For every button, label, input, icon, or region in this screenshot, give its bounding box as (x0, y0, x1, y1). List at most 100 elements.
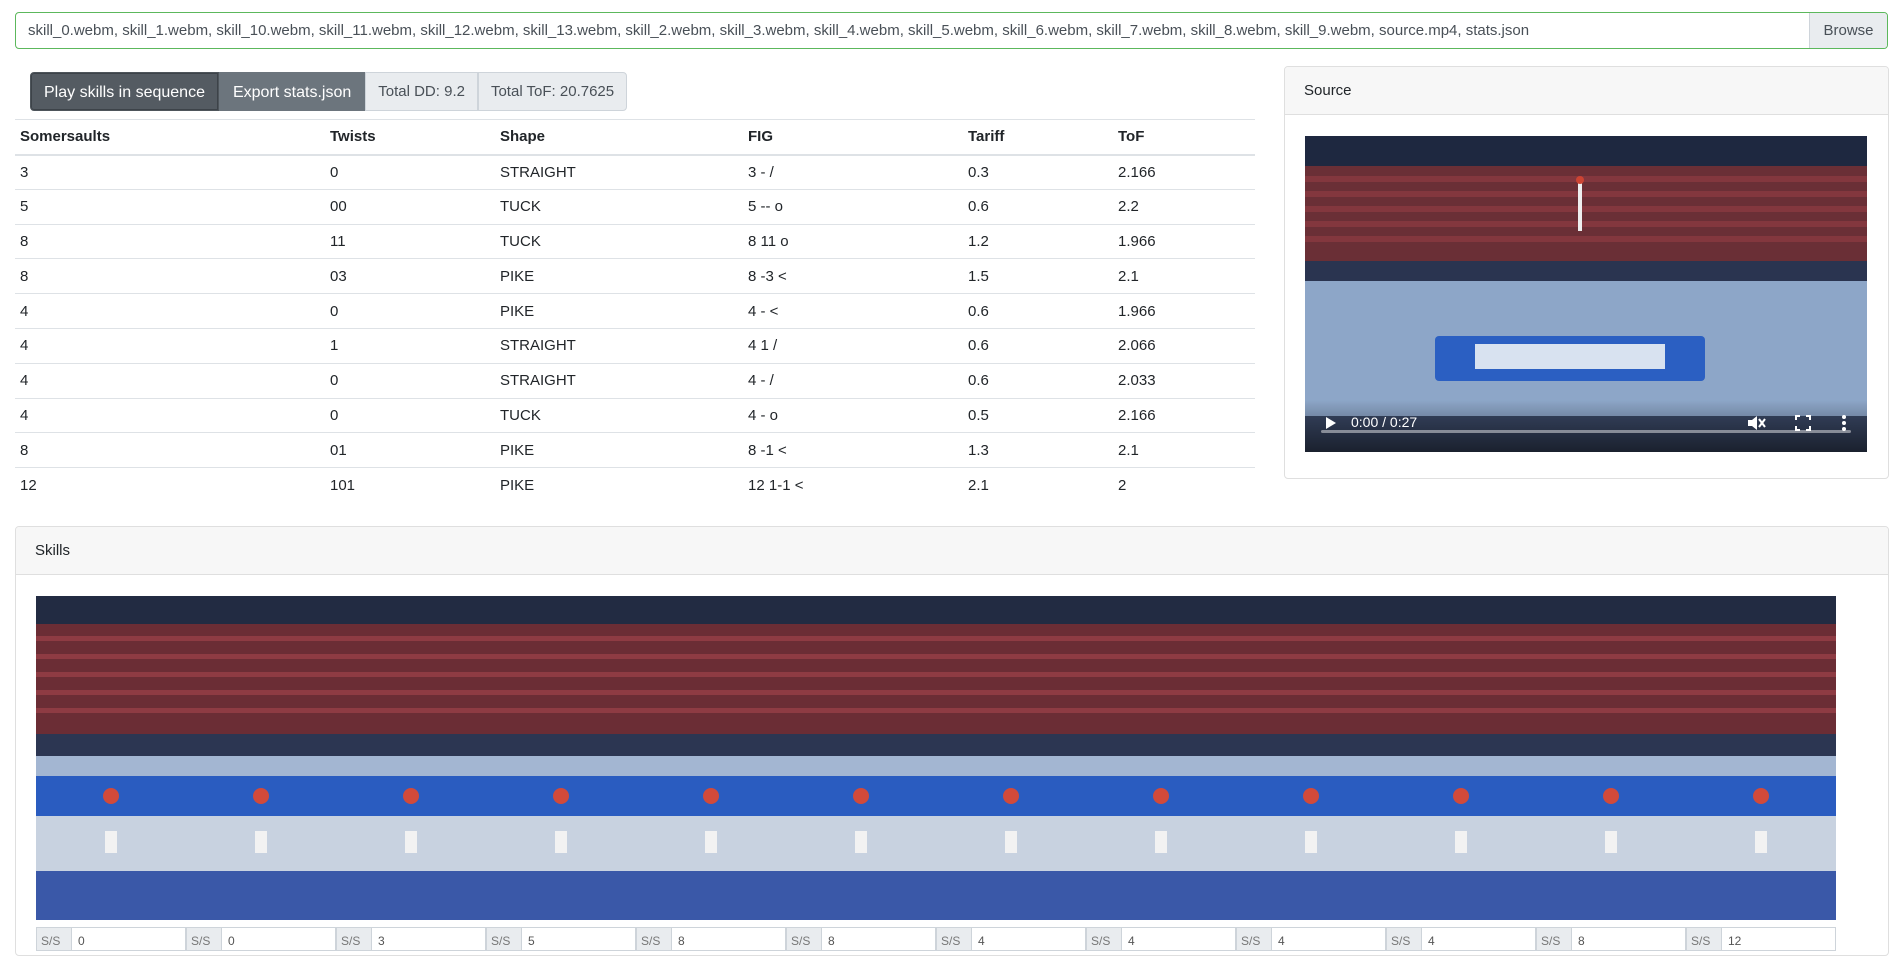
skill-value-group: S/S 8 (636, 927, 786, 951)
file-input-value[interactable]: skill_0.webm, skill_1.webm, skill_10.web… (16, 13, 1809, 48)
skill-value-group: S/S 3 (336, 927, 486, 951)
skills-card-title: Skills (16, 527, 1888, 575)
skill-frame (1386, 596, 1536, 920)
table-cell: 8 -1 < (743, 432, 963, 468)
skill-value-prefix: S/S (936, 927, 972, 951)
browse-button[interactable]: Browse (1809, 13, 1887, 48)
skill-value-group: S/S 5 (486, 927, 636, 951)
skill-value-prefix: S/S (636, 927, 672, 951)
skill-value-input[interactable]: 8 (672, 927, 786, 951)
table-cell: 0.6 (963, 188, 1113, 225)
table-cell: 03 (325, 258, 495, 294)
table-cell: 2.066 (1113, 327, 1255, 364)
skill-frame (486, 596, 636, 920)
table-cell: 00 (325, 188, 495, 225)
table-row: 12 101 PIKE 12 1-1 <2.1 2 (15, 467, 1255, 503)
header-tariff: Tariff (963, 119, 1113, 156)
table-cell: 5 (15, 188, 325, 225)
export-stats-button[interactable]: Export stats.json (218, 72, 366, 111)
skill-frame (786, 596, 936, 920)
table-cell: 5 -- o (743, 188, 963, 225)
table-cell: STRAIGHT (495, 154, 743, 190)
table-cell: 2.1 (963, 467, 1113, 503)
table-cell: 0.5 (963, 397, 1113, 433)
table-cell: STRAIGHT (495, 327, 743, 364)
skill-frame (1686, 596, 1836, 920)
table-cell: 01 (325, 432, 495, 468)
header-somersaults: Somersaults (15, 119, 325, 156)
skill-value-input[interactable]: 0 (222, 927, 336, 951)
file-input[interactable]: skill_0.webm, skill_1.webm, skill_10.web… (15, 12, 1888, 49)
skill-value-input[interactable]: 8 (1572, 927, 1686, 951)
play-skills-button[interactable]: Play skills in sequence (30, 72, 219, 111)
skill-value-prefix: S/S (1536, 927, 1572, 951)
skill-value-input[interactable]: 5 (522, 927, 636, 951)
table-header-row: Somersaults Twists Shape FIG Tariff ToF (15, 119, 1255, 156)
video-controls: 0:00 / 0:27 (1305, 400, 1867, 452)
table-cell: 8 11 o (743, 223, 963, 259)
table-cell: 4 - / (743, 362, 963, 399)
skill-value-input[interactable]: 0 (72, 927, 186, 951)
skill-value-group: S/S 4 (1236, 927, 1386, 951)
table-cell: 1 (325, 327, 495, 364)
table-cell: 2.166 (1113, 154, 1255, 190)
skill-value-prefix: S/S (786, 927, 822, 951)
skill-frame (1536, 596, 1686, 920)
table-cell: 0 (325, 293, 495, 329)
table-cell: 2 (1113, 467, 1255, 503)
skill-value-prefix: S/S (36, 927, 72, 951)
header-tof: ToF (1113, 119, 1255, 156)
table-cell: 1.966 (1113, 223, 1255, 259)
skill-value-prefix: S/S (486, 927, 522, 951)
table-cell: 0 (325, 154, 495, 190)
table-cell: 0.6 (963, 293, 1113, 329)
table-cell: 11 (325, 223, 495, 259)
header-twists: Twists (325, 119, 495, 156)
table-cell: PIKE (495, 467, 743, 503)
table-cell: 8 (15, 432, 325, 468)
skill-value-prefix: S/S (1386, 927, 1422, 951)
table-row: 4 0 PIKE 4 - <0.6 1.966 (15, 293, 1255, 329)
skill-frame (936, 596, 1086, 920)
table-cell: 2.033 (1113, 362, 1255, 399)
table-row: 8 03 PIKE 8 -3 <1.5 2.1 (15, 258, 1255, 294)
table-cell: 0 (325, 362, 495, 399)
table-row: 5 00 TUCK 5 -- o 0.6 2.2 (15, 188, 1255, 225)
skills-table: Somersaults Twists Shape FIG Tariff ToF … (15, 119, 1255, 503)
skill-value-input[interactable]: 4 (1422, 927, 1536, 951)
skills-card: Skills S/S 0 S/S 0 S/S 3 S/S 5 S/S 8 S/S 8 S/S 4 S/S 4 S… (15, 526, 1889, 956)
skill-value-input[interactable]: 4 (972, 927, 1086, 951)
table-cell: TUCK (495, 223, 743, 259)
table-cell: 2.166 (1113, 397, 1255, 433)
toolbar: Play skills in sequence Export stats.jso… (30, 72, 628, 111)
source-video[interactable]: 0:00 / 0:27 (1305, 136, 1867, 452)
skill-value-input[interactable]: 8 (822, 927, 936, 951)
table-cell: 0.3 (963, 154, 1113, 190)
table-row: 4 0 TUCK 4 - o 0.5 2.166 (15, 397, 1255, 433)
skill-value-group: S/S 12 (1686, 927, 1836, 951)
skill-value-group: S/S 8 (1536, 927, 1686, 951)
skill-value-group: S/S 4 (1086, 927, 1236, 951)
skill-value-input[interactable]: 4 (1272, 927, 1386, 951)
skill-value-input[interactable]: 3 (372, 927, 486, 951)
table-cell: 3 (15, 154, 325, 190)
table-cell: 2.1 (1113, 258, 1255, 294)
table-cell: 4 (15, 397, 325, 433)
table-row: 8 11 TUCK 8 11 o 1.2 1.966 (15, 223, 1255, 259)
table-cell: 4 (15, 293, 325, 329)
skill-value-group: S/S 4 (1386, 927, 1536, 951)
skill-frame (1086, 596, 1236, 920)
table-cell: 8 -3 < (743, 258, 963, 294)
table-cell: 2.2 (1113, 188, 1255, 225)
table-row: 4 1 STRAIGHT 4 1 /0.6 2.066 (15, 327, 1255, 364)
source-card-title: Source (1285, 67, 1888, 115)
skill-value-group: S/S 4 (936, 927, 1086, 951)
table-row: 8 01 PIKE 8 -1 <1.3 2.1 (15, 432, 1255, 468)
skill-value-input[interactable]: 12 (1722, 927, 1836, 951)
table-cell: PIKE (495, 258, 743, 294)
skill-value-input[interactable]: 4 (1122, 927, 1236, 951)
video-progress-bar[interactable] (1321, 430, 1851, 433)
table-cell: 0.6 (963, 327, 1113, 364)
skill-frame (1236, 596, 1386, 920)
skill-value-prefix: S/S (1686, 927, 1722, 951)
